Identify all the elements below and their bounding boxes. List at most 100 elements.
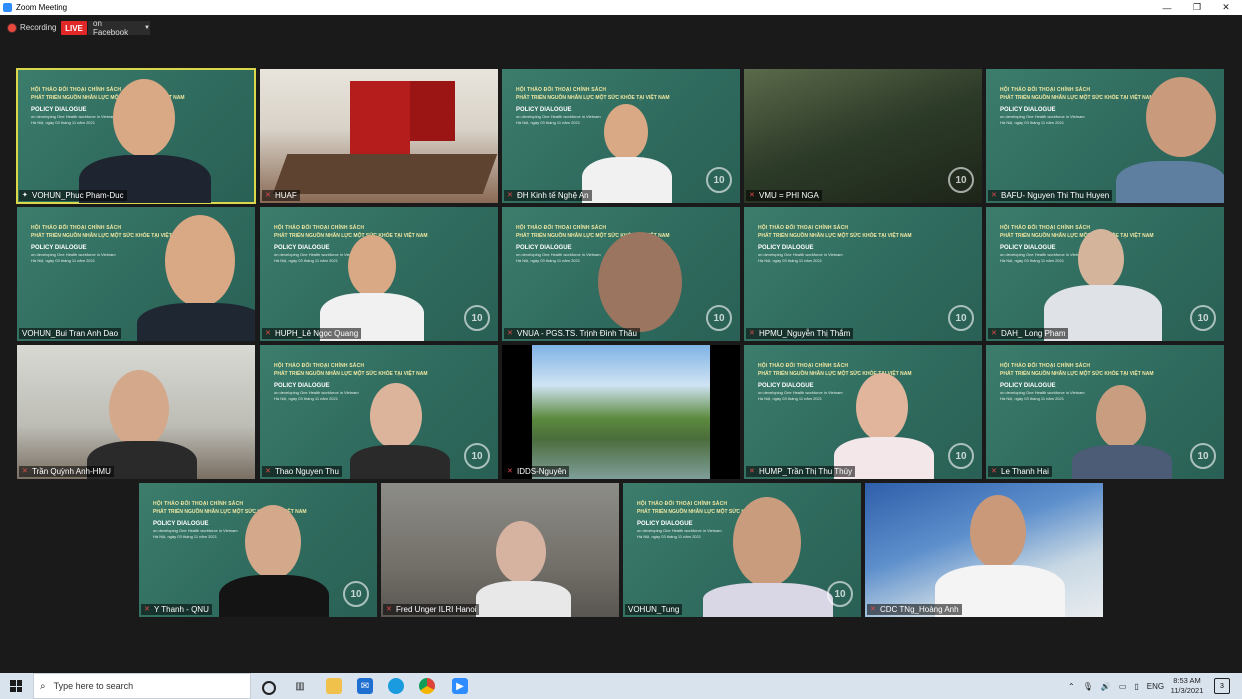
participant-name-tag: ✦ VOHUN_Phuc Pham-Duc [19, 190, 127, 201]
network-icon[interactable]: ▭ [1119, 682, 1127, 691]
anniversary-logo: 10 [948, 305, 974, 331]
participant-name-tag: VOHUN_Tung [625, 604, 683, 615]
video-tile[interactable]: HỘI THẢO ĐỐI THOẠI CHÍNH SÁCH PHÁT TRIỂN… [17, 207, 255, 341]
participant-name: IDDS-Nguyên [517, 467, 567, 476]
video-tile[interactable]: ✕ Fred Unger ILRI Hanoi [381, 483, 619, 617]
participant-video [970, 495, 1026, 569]
taskbar-search[interactable]: ⌕ Type here to search [33, 673, 251, 699]
meeting-top-bar: Recording LIVE on Facebook ▼ [0, 15, 1242, 53]
chevron-down-icon: ▼ [144, 25, 150, 31]
video-tile[interactable]: HỘI THẢO ĐỐI THOẠI CHÍNH SÁCH PHÁT TRIỂN… [502, 69, 740, 203]
participant-body [1072, 445, 1172, 479]
participant-video [348, 235, 396, 297]
participant-name: VOHUN_Phuc Pham-Duc [32, 191, 124, 200]
participant-name: CDC TNg_Hoàng Anh [880, 605, 959, 614]
maximize-button[interactable]: ❐ [1182, 0, 1212, 15]
video-tile[interactable]: 10 ✕ VMU = PHI NGA [744, 69, 982, 203]
video-tile[interactable]: HỘI THẢO ĐỐI THOẠI CHÍNH SÁCH PHÁT TRIỂN… [744, 207, 982, 341]
participant-name: Thao Nguyen Thu [275, 467, 339, 476]
cortana-icon[interactable] [262, 681, 276, 695]
mic-muted-icon: ✕ [507, 468, 513, 475]
participant-name-tag: ✕ HPMU_Nguyễn Thị Thắm [746, 328, 854, 339]
video-tile[interactable]: HỘI THẢO ĐỐI THOẠI CHÍNH SÁCH PHÁT TRIỂN… [986, 345, 1224, 479]
mail-icon[interactable]: ✉ [357, 678, 373, 694]
participant-name-tag: ✕ Y Thanh - QNU [141, 604, 212, 615]
video-tile[interactable]: HỘI THẢO ĐỐI THOẠI CHÍNH SÁCH PHÁT TRIỂN… [986, 69, 1224, 203]
video-tile[interactable]: ✕ Trần Quỳnh Anh-HMU [17, 345, 255, 479]
windows-icon[interactable] [10, 680, 22, 692]
flag-image [350, 81, 410, 156]
video-tile[interactable]: ✕ CDC TNg_Hoàng Anh [865, 483, 1103, 617]
close-button[interactable]: ✕ [1211, 0, 1241, 15]
participant-video [109, 370, 169, 448]
file-explorer-icon[interactable] [326, 678, 342, 694]
slide-title-vn: HỘI THẢO ĐỐI THOẠI CHÍNH SÁCH [758, 225, 849, 231]
anniversary-logo: 10 [464, 305, 490, 331]
video-tile[interactable]: HỘI THẢO ĐỐI THOẠI CHÍNH SÁCH PHÁT TRIỂN… [502, 207, 740, 341]
mic-muted-icon: ✕ [22, 468, 28, 475]
video-tile[interactable]: ✕ HUAF [260, 69, 498, 203]
video-tile[interactable]: HỘI THẢO ĐỐI THOẠI CHÍNH SÁCH PHÁT TRIỂN… [623, 483, 861, 617]
participant-name: HUMP_Trần Thị Thu Thúy [759, 467, 853, 476]
edge-icon[interactable] [388, 678, 404, 694]
windows-taskbar: ⌕ Type here to search ▥ ✉ ▶ ⌃ 🎙 🔊 ▭ ▯ EN… [0, 673, 1242, 699]
slide-title-vn: HỘI THẢO ĐỐI THOẠI CHÍNH SÁCH [516, 87, 607, 93]
chevron-up-icon[interactable]: ⌃ [1068, 682, 1075, 691]
participant-video [496, 521, 546, 583]
participant-video [1146, 77, 1216, 157]
participant-name: VMU = PHI NGA [759, 191, 819, 200]
recording-indicator[interactable]: Recording [8, 23, 56, 32]
participant-name: VOHUN_Tung [628, 605, 680, 614]
video-tile[interactable]: HỘI THẢO ĐỐI THOẠI CHÍNH SÁCH PHÁT TRIỂN… [260, 345, 498, 479]
participant-name-tag: ✕ HUPH_Lê Ngọc Quang [262, 328, 362, 339]
window-title: Zoom Meeting [16, 3, 68, 12]
video-tile[interactable]: HỘI THẢO ĐỐI THOẠI CHÍNH SÁCH PHÁT TRIỂN… [139, 483, 377, 617]
video-tile[interactable]: HỘI THẢO ĐỐI THOẠI CHÍNH SÁCH PHÁT TRIỂN… [744, 345, 982, 479]
participant-name: DAH_ Long Pham [1001, 329, 1066, 338]
video-tile[interactable]: ✕ IDDS-Nguyên [502, 345, 740, 479]
participant-body [582, 157, 672, 203]
participant-name-tag: ✕ Le Thanh Hai [988, 466, 1052, 477]
taskbar-clock[interactable]: 8:53 AM 11/3/2021 [1164, 676, 1210, 696]
notifications-icon[interactable]: 3 [1214, 678, 1230, 694]
live-badge: LIVE [61, 21, 87, 35]
volume-icon[interactable]: 🔊 [1101, 682, 1111, 691]
clock-date: 11/3/2021 [1170, 686, 1204, 695]
live-stream-dropdown[interactable]: on Facebook ▼ [88, 19, 150, 37]
system-tray: ⌃ 🎙 🔊 ▭ ▯ ENG [1068, 673, 1164, 699]
slide-title-vn: HỘI THẢO ĐỐI THOẠI CHÍNH SÁCH [274, 225, 365, 231]
slide-subtitle-vn: PHÁT TRIỂN NGUỒN NHÂN LỰC MỘT SỨC KHỎE T… [758, 233, 912, 239]
participant-name: BAFU- Nguyen Thi Thu Huyen [1001, 191, 1110, 200]
participant-name: VNUA - PGS.TS. Trịnh Đình Thâu [517, 329, 637, 338]
device-icon[interactable]: ▯ [1134, 682, 1138, 691]
mic-muted-icon: ✕ [991, 468, 997, 475]
language-indicator[interactable]: ENG [1147, 682, 1164, 691]
mic-muted-icon: ✕ [991, 192, 997, 199]
video-tile[interactable]: HỘI THẢO ĐỐI THOẠI CHÍNH SÁCH PHÁT TRIỂN… [16, 68, 256, 204]
anniversary-logo: 10 [706, 167, 732, 193]
video-tile[interactable]: HỘI THẢO ĐỐI THOẠI CHÍNH SÁCH PHÁT TRIỂN… [260, 207, 498, 341]
participant-name-tag: VOHUN_Bui Tran Anh Dao [19, 328, 122, 339]
microphone-icon[interactable]: 🎙 [1083, 682, 1093, 691]
slide-title-en: POLICY DIALOGUE [758, 245, 814, 251]
participant-name-tag: ✕ Thao Nguyen Thu [262, 466, 342, 477]
anniversary-logo: 10 [948, 167, 974, 193]
task-view-icon[interactable]: ▥ [292, 678, 308, 694]
anniversary-logo: 10 [464, 443, 490, 469]
anniversary-logo: 10 [1190, 305, 1216, 331]
slide-subtitle-vn: PHÁT TRIỂN NGUỒN NHÂN LỰC MỘT SỨC KHỎE T… [758, 371, 912, 377]
mic-muted-icon: ✕ [991, 330, 997, 337]
mic-muted-icon: ✕ [265, 192, 271, 199]
minimize-button[interactable]: — [1152, 0, 1182, 15]
slide-date: Hà Nội, ngày 03 tháng 11 năm 2021 [758, 258, 822, 263]
participant-video [1096, 385, 1146, 449]
chrome-icon[interactable] [419, 678, 435, 694]
slide-subtitle-en: on developing One Health workforce in Vi… [758, 252, 843, 257]
video-tile[interactable]: HỘI THẢO ĐỐI THOẠI CHÍNH SÁCH PHÁT TRIỂN… [986, 207, 1224, 341]
participant-name-tag: ✕ HUAF [262, 190, 300, 201]
slide-title-vn: HỘI THẢO ĐỐI THOẠI CHÍNH SÁCH [153, 501, 244, 507]
anniversary-logo: 10 [706, 305, 732, 331]
zoom-icon[interactable]: ▶ [452, 678, 468, 694]
slide-subtitle-vn: PHÁT TRIỂN NGUỒN NHÂN LỰC MỘT SỨC KHỎE T… [1000, 371, 1154, 377]
participant-body [476, 581, 571, 617]
